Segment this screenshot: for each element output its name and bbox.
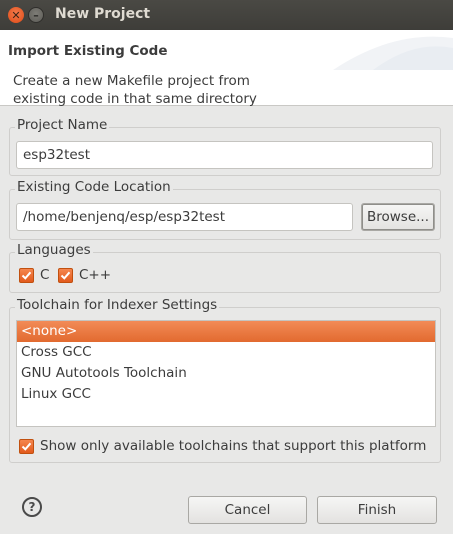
toolchain-item-none[interactable]: <none> — [17, 321, 435, 342]
c-language-checkbox[interactable] — [19, 268, 34, 283]
project-name-input[interactable]: esp32test — [16, 141, 433, 169]
description-line: existing code in that same directory — [13, 91, 257, 107]
minimize-icon[interactable]: – — [28, 7, 44, 23]
c-language-label: C — [40, 267, 50, 283]
project-name-label: Project Name — [15, 117, 110, 133]
code-location-input[interactable]: /home/benjenq/esp/esp32test — [16, 203, 353, 231]
window-title: New Project — [55, 6, 151, 22]
wizard-page-title: Import Existing Code — [8, 43, 168, 59]
code-location-label: Existing Code Location — [15, 179, 173, 195]
languages-label: Languages — [15, 242, 93, 258]
toolchain-list[interactable]: <none> Cross GCC GNU Autotools Toolchain… — [16, 320, 436, 427]
cancel-button[interactable]: Cancel — [188, 496, 307, 524]
browse-button[interactable]: Browse... — [361, 203, 435, 231]
project-name-group: Project Name esp32test — [9, 117, 441, 176]
check-icon — [21, 271, 32, 280]
wizard-header: Import Existing Code Create a new Makefi… — [0, 30, 453, 108]
close-icon[interactable]: ✕ — [8, 7, 24, 23]
cpp-language-checkbox[interactable] — [58, 268, 73, 283]
check-icon — [21, 442, 32, 451]
title-bar: ✕ – New Project — [0, 0, 453, 30]
cpp-language-label: C++ — [79, 267, 112, 283]
finish-button[interactable]: Finish — [317, 496, 437, 524]
new-project-dialog: ✕ – New Project Import Existing Code Cre… — [0, 0, 453, 534]
toolchain-item-linux-gcc[interactable]: Linux GCC — [17, 384, 435, 405]
toolchain-item-gnu-autotools[interactable]: GNU Autotools Toolchain — [17, 363, 435, 384]
show-available-toolchains-label: Show only available toolchains that supp… — [40, 438, 427, 454]
toolchain-item-cross-gcc[interactable]: Cross GCC — [17, 342, 435, 363]
wizard-description: Create a new Makefile project from exist… — [13, 72, 313, 108]
description-line: Create a new Makefile project from — [13, 73, 250, 89]
banner-decoration — [333, 36, 453, 70]
code-location-group: Existing Code Location /home/benjenq/esp… — [9, 179, 441, 240]
languages-group: Languages C C++ — [9, 242, 441, 293]
check-icon — [60, 271, 71, 280]
show-available-toolchains-checkbox[interactable] — [19, 439, 34, 454]
toolchain-label: Toolchain for Indexer Settings — [15, 297, 220, 313]
help-icon[interactable]: ? — [22, 497, 42, 517]
toolchain-group: Toolchain for Indexer Settings <none> Cr… — [9, 297, 441, 463]
